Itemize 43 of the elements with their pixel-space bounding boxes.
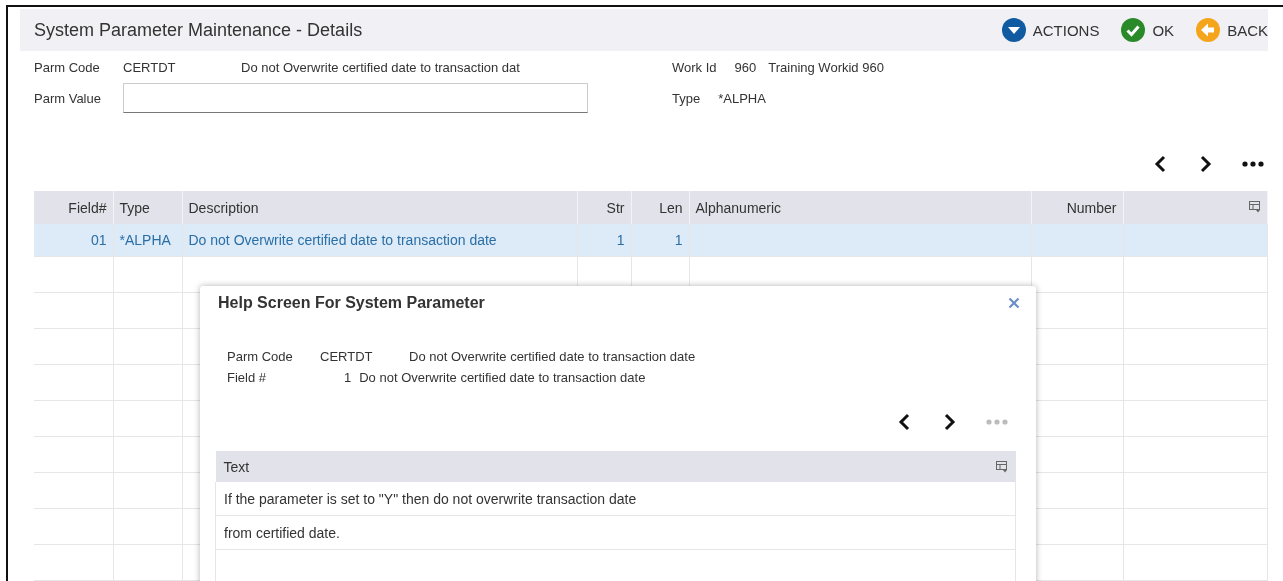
close-icon[interactable]: [1008, 297, 1020, 309]
field-label: Parm Code: [34, 59, 101, 75]
field-label: Type: [672, 90, 701, 106]
field-value: 960: [734, 59, 757, 75]
field-value: CERTDT: [320, 349, 374, 364]
page-title: System Parameter Maintenance - Details: [34, 19, 363, 41]
table-cell: *ALPHA: [119, 232, 171, 248]
ok-button[interactable]: OK: [1121, 18, 1175, 42]
previous-icon[interactable]: [1154, 155, 1168, 173]
parm-value-field[interactable]: [123, 83, 588, 113]
table-row[interactable]: 01 *ALPHA Do not Overwrite certified date to transaction date 1 1: [34, 224, 1268, 257]
column-header[interactable]: Alphanumeric: [695, 199, 782, 216]
field-value: *ALPHA: [718, 90, 766, 106]
field-label: Field #: [227, 370, 268, 385]
table-cell: 01: [90, 232, 107, 248]
next-icon[interactable]: [1198, 155, 1212, 173]
parm-description: Do not Overwrite certified date to transaction dat: [241, 59, 521, 75]
next-icon[interactable]: [942, 413, 956, 431]
field-value: Training Workid 960: [768, 59, 884, 75]
column-chooser-icon[interactable]: [1249, 200, 1261, 213]
column-header[interactable]: Str: [606, 199, 625, 216]
dropdown-icon: [1001, 18, 1026, 42]
column-header[interactable]: Text: [223, 458, 250, 475]
column-chooser-icon[interactable]: [995, 460, 1008, 473]
column-header[interactable]: Description: [188, 199, 259, 216]
field-label: Parm Value: [34, 90, 102, 106]
check-icon: [1121, 18, 1146, 42]
help-text-line: from certified date.: [224, 524, 340, 541]
help-text-line: If the parameter is set to "Y" then do not overwrite transaction date: [224, 490, 637, 507]
table-cell: 1: [674, 232, 683, 248]
previous-icon[interactable]: [898, 413, 912, 431]
actions-button[interactable]: ACTIONS: [1001, 18, 1100, 42]
dialog-title: Help Screen For System Parameter: [218, 294, 485, 312]
field-label: Parm Code: [227, 349, 294, 364]
more-icon[interactable]: [1242, 161, 1264, 167]
parm-description: Do not Overwrite certified date to transaction date: [409, 349, 697, 364]
field-description: Do not Overwrite certified date to transaction date: [359, 370, 646, 385]
field-label: Work Id: [672, 59, 717, 75]
field-value: 1: [344, 370, 352, 385]
table-cell: Do not Overwrite certified date to transaction date: [188, 232, 497, 248]
table-cell: 1: [616, 232, 625, 248]
field-value: CERTDT: [123, 59, 177, 75]
back-button[interactable]: BACK: [1196, 18, 1268, 42]
